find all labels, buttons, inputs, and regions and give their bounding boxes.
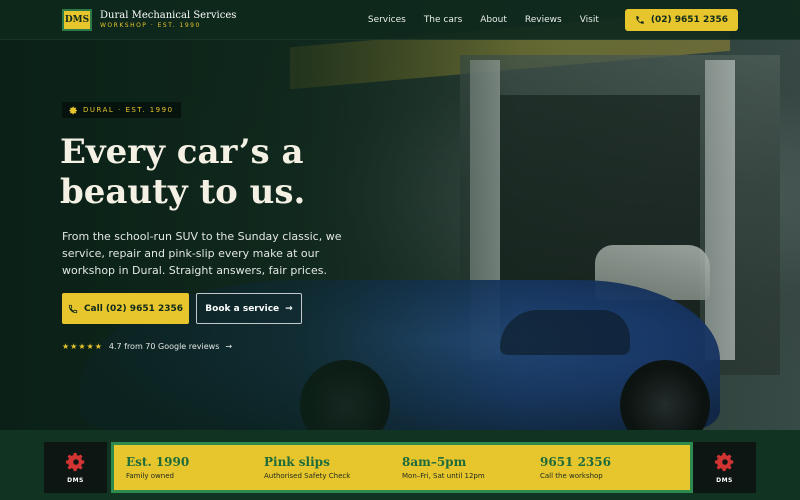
hero-background-photo	[0, 0, 800, 430]
nav-phone-button[interactable]: (02) 9651 2356	[624, 8, 738, 31]
info-item-hours: 8am–5pm Mon–Fri, Sat until 12pm	[390, 455, 528, 480]
info-title: Pink slips	[264, 455, 330, 469]
nav-links: Services The cars About Reviews Visit (0…	[368, 8, 738, 31]
hero-tag-text: DURAL · EST. 1990	[83, 106, 174, 114]
info-title: Est. 1990	[126, 455, 190, 469]
gear-icon	[65, 452, 84, 472]
call-button-label: Call (02) 9651 2356	[83, 303, 184, 314]
brand-name: Dural Mechanical Services	[100, 9, 237, 21]
rating-stars-icon: ★★★★★	[62, 342, 103, 351]
nav-link-about[interactable]: About	[480, 15, 507, 25]
info-item-established: Est. 1990 Family owned	[114, 455, 252, 480]
info-subtitle: Mon–Fri, Sat until 12pm	[402, 472, 485, 480]
brand[interactable]: Dural Mechanical Services WORKSHOP · EST…	[100, 10, 236, 30]
book-service-button[interactable]: Book a service →	[196, 293, 302, 324]
call-button[interactable]: Call (02) 9651 2356	[62, 293, 189, 324]
nav-link-services[interactable]: Services	[368, 15, 406, 25]
info-subtitle: Call the workshop	[540, 472, 603, 480]
book-service-label: Book a service	[205, 303, 280, 314]
dms-badge-left: DMS	[44, 442, 107, 493]
hero-description: From the school-run SUV to the Sunday cl…	[62, 230, 342, 277]
brand-tagline: WORKSHOP · EST. 1990	[100, 21, 201, 29]
phone-icon	[68, 304, 78, 313]
info-title: 9651 2356	[540, 455, 611, 469]
arrow-right-icon: →	[225, 342, 233, 351]
info-item-pink-slips: Pink slips Authorised Safety Check	[252, 455, 390, 480]
logo[interactable]: DMS	[62, 8, 92, 31]
phone-icon	[636, 15, 644, 24]
nav-link-the-cars[interactable]: The cars	[424, 15, 462, 25]
nav-link-reviews[interactable]: Reviews	[525, 15, 562, 25]
info-subtitle: Authorised Safety Check	[264, 472, 351, 480]
hero-headline-line-2: beauty to us.	[60, 172, 306, 212]
gear-icon	[714, 452, 733, 472]
hero-headline: Every car’s a beauty to us.	[60, 132, 420, 212]
hero-headline-line-1: Every car’s a	[60, 132, 304, 172]
info-item-phone[interactable]: 9651 2356 Call the workshop	[528, 455, 666, 480]
reviews-text: 4.7 from 70 Google reviews	[108, 342, 220, 351]
badge-text: DMS	[67, 477, 84, 484]
reviews-link[interactable]: ★★★★★ 4.7 from 70 Google reviews →	[62, 342, 232, 351]
info-subtitle: Family owned	[126, 472, 174, 480]
hero-tag: DURAL · EST. 1990	[62, 102, 181, 118]
top-navbar: DMS Dural Mechanical Services WORKSHOP ·…	[0, 0, 800, 40]
hero-overlay	[0, 0, 800, 430]
info-band: Est. 1990 Family owned Pink slips Author…	[111, 442, 693, 493]
badge-text: DMS	[716, 477, 733, 484]
arrow-right-icon: →	[285, 303, 293, 314]
nav-phone-label: (02) 9651 2356	[650, 14, 728, 25]
gear-icon	[69, 106, 77, 114]
info-title: 8am–5pm	[402, 455, 467, 469]
nav-link-visit[interactable]: Visit	[580, 15, 599, 25]
dms-badge-right: DMS	[693, 442, 756, 493]
